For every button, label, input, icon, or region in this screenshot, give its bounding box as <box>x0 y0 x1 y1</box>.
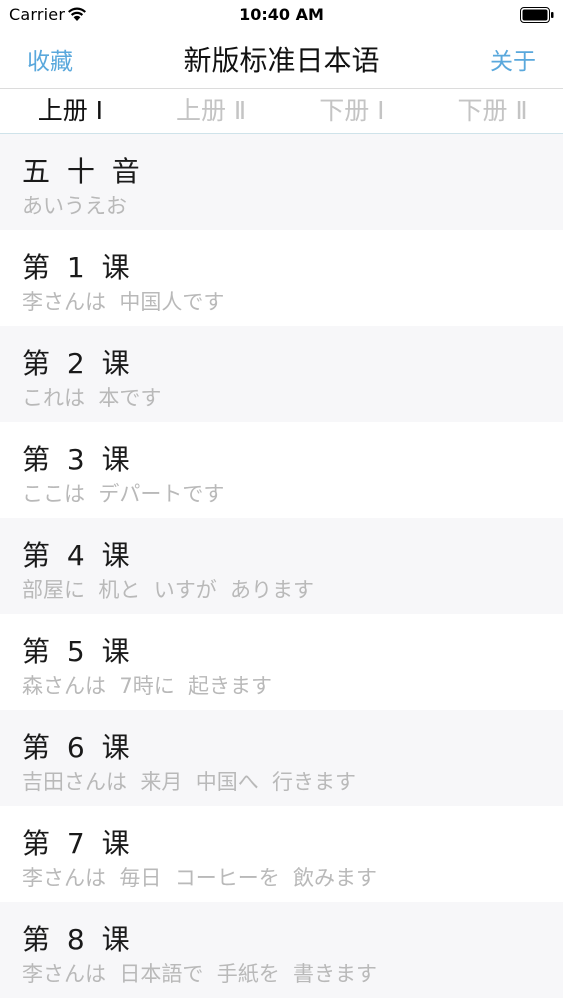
page-title: 新版标准日本语 <box>183 44 380 77</box>
lesson-row-gojuon[interactable]: 五 十 音 あいうえお <box>0 134 563 230</box>
lesson-list: 五 十 音 あいうえお 第 1 课 李さんは 中国人です 第 2 课 これは 本… <box>0 134 563 998</box>
lesson-row-1[interactable]: 第 1 课 李さんは 中国人です <box>0 230 563 326</box>
lesson-subtitle: これは 本です <box>22 386 162 410</box>
status-time: 10:40 AM <box>239 5 324 24</box>
status-bar: Carrier 10:40 AM <box>0 0 563 30</box>
lesson-row-2[interactable]: 第 2 课 これは 本です <box>0 326 563 422</box>
lesson-row-5[interactable]: 第 5 课 森さんは 7時に 起きます <box>0 614 563 710</box>
lesson-subtitle: 李さんは 日本語で 手紙を 書きます <box>22 962 378 986</box>
tab-volume-2a[interactable]: 下册 Ⅰ <box>282 89 423 133</box>
lesson-subtitle: あいうえお <box>22 194 127 218</box>
lesson-title: 第 4 课 <box>22 539 134 572</box>
lesson-subtitle: 部屋に 机と いすが あります <box>22 578 315 602</box>
lesson-row-7[interactable]: 第 7 课 李さんは 毎日 コーヒーを 飲みます <box>0 806 563 902</box>
lesson-title: 第 2 课 <box>22 347 134 380</box>
tab-volume-1a[interactable]: 上册 Ⅰ <box>0 89 141 133</box>
lesson-title: 第 3 课 <box>22 443 134 476</box>
tab-volume-1b[interactable]: 上册 Ⅱ <box>141 89 282 133</box>
lesson-title: 第 8 课 <box>22 923 134 956</box>
lesson-subtitle: 李さんは 中国人です <box>22 290 225 314</box>
lesson-subtitle: 李さんは 毎日 コーヒーを 飲みます <box>22 866 378 890</box>
lesson-title: 第 7 课 <box>22 827 134 860</box>
lesson-title: 五 十 音 <box>22 155 144 188</box>
lesson-subtitle: ここは デパートです <box>22 482 225 506</box>
lesson-title: 第 5 课 <box>22 635 134 668</box>
lesson-row-8[interactable]: 第 8 课 李さんは 日本語で 手紙を 書きます <box>0 902 563 998</box>
navigation-bar: 收藏 新版标准日本语 关于 <box>0 30 563 88</box>
app-screen: Carrier 10:40 AM 收藏 新版标准日本语 关于 上册 Ⅰ 上册 Ⅱ… <box>0 0 563 1000</box>
volume-tabs: 上册 Ⅰ 上册 Ⅱ 下册 Ⅰ 下册 Ⅱ <box>0 88 563 134</box>
battery-icon <box>520 7 554 23</box>
about-button[interactable]: 关于 <box>490 42 536 76</box>
lesson-subtitle: 吉田さんは 来月 中国へ 行きます <box>22 770 357 794</box>
lesson-subtitle: 森さんは 7時に 起きます <box>22 674 273 698</box>
lesson-row-4[interactable]: 第 4 课 部屋に 机と いすが あります <box>0 518 563 614</box>
lesson-title: 第 6 课 <box>22 731 134 764</box>
lesson-row-3[interactable]: 第 3 课 ここは デパートです <box>0 422 563 518</box>
lesson-title: 第 1 课 <box>22 251 134 284</box>
lesson-row-6[interactable]: 第 6 课 吉田さんは 来月 中国へ 行きます <box>0 710 563 806</box>
tab-volume-2b[interactable]: 下册 Ⅱ <box>422 89 563 133</box>
